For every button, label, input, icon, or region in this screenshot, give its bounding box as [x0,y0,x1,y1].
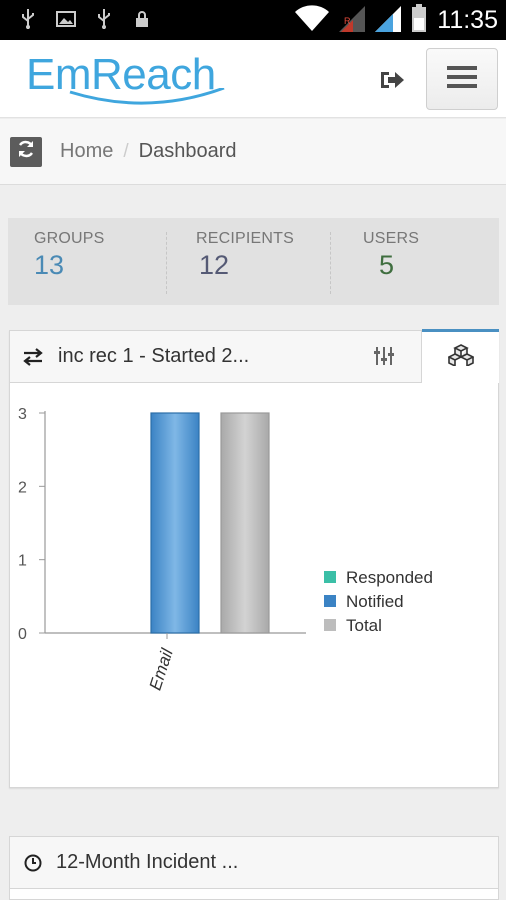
y-tick-label: 0 [18,626,27,643]
legend-label: Total [346,616,382,635]
clock-icon [24,854,42,872]
refresh-icon [16,139,36,164]
status-left-icons [18,8,152,30]
image-icon [56,8,76,30]
chart-view-tab[interactable] [422,329,499,383]
stat-value: 13 [34,250,65,280]
chart-area: 0 1 2 3 Email Responded Notified Total [10,385,498,787]
signal-no-data-icon: R [339,4,366,37]
stat-recipients[interactable]: RECIPIENTS 12 [166,218,330,305]
status-right-icons: R 11:35 [295,4,498,37]
logo-swoosh [69,88,225,105]
signal-icon [375,4,402,37]
wifi-icon [295,5,330,36]
stat-value: 12 [199,250,230,280]
stat-label: GROUPS [34,230,105,247]
x-category-label: Email [146,645,178,692]
hamburger-menu-icon [447,65,477,94]
breadcrumb-home-link[interactable]: Home [60,140,113,163]
legend-swatch [324,619,336,631]
legend-label: Responded [346,568,433,587]
app-header: EmReach [0,40,506,118]
stat-groups[interactable]: GROUPS 13 [8,218,166,305]
usb-icon [94,8,114,30]
bar-total [220,412,270,634]
status-bar: R 11:35 [0,0,506,40]
sliders-icon[interactable] [374,347,394,370]
bar-notified [150,412,200,634]
breadcrumb-separator: / [123,140,129,162]
status-time: 11:35 [437,6,498,34]
stats-summary: GROUPS 13 RECIPIENTS 12 USERS 5 [8,218,499,305]
y-tick-label: 2 [18,479,27,496]
refresh-button[interactable] [10,136,42,167]
bar-chart: 0 1 2 3 Email Responded Notified Total [18,406,433,693]
legend-swatch [324,571,336,583]
twelve-month-incident-panel: 12-Month Incident ... [9,836,499,900]
legend-swatch [324,595,336,607]
breadcrumb-current: Dashboard [138,140,237,162]
svg-text:R: R [344,16,351,26]
panel-header: inc rec 1 - Started 2... [10,331,422,383]
stat-users[interactable]: USERS 5 [330,218,499,305]
stat-label: USERS [363,230,420,247]
legend-label: Notified [346,592,404,611]
y-tick-label: 3 [18,406,27,423]
battery-icon [411,4,427,37]
stat-label: RECIPIENTS [196,230,295,247]
usb-icon [18,8,38,30]
logout-icon [379,69,405,96]
incident-chart-panel: inc rec 1 - Started 2... 0 1 2 3 Email Respon… [9,329,499,788]
cubes-icon [446,344,475,371]
menu-button[interactable] [426,48,498,110]
breadcrumb: Home / Dashboard [0,119,506,185]
panel-title[interactable]: 12-Month Incident ... [56,851,238,874]
y-tick-label: 1 [18,553,27,570]
panel-header: 12-Month Incident ... [10,837,498,889]
exchange-arrows-icon [22,347,46,366]
stat-value: 5 [379,250,395,280]
lock-icon [132,8,152,30]
logout-button[interactable] [374,64,410,100]
panel-title[interactable]: inc rec 1 - Started 2... [58,345,249,368]
